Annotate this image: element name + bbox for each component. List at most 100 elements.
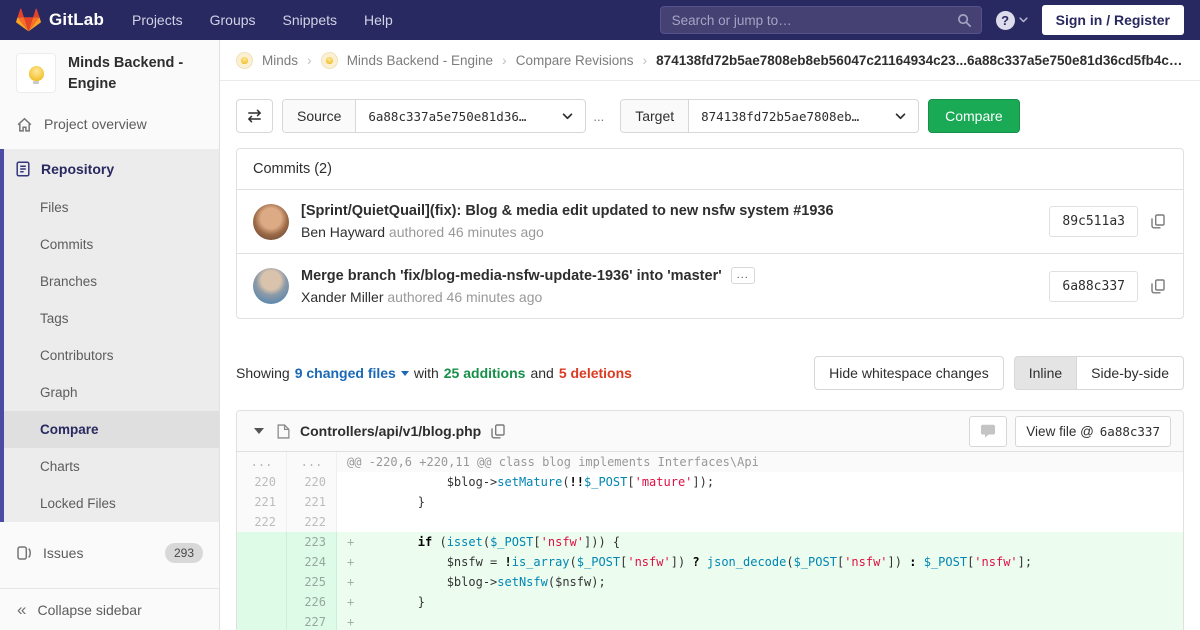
content-area: Source 6a88c337a5e750e81d36… ... Target … xyxy=(220,81,1200,630)
sidebar-item-issues[interactable]: Issues 293 xyxy=(0,534,219,572)
nav-link-projects[interactable]: Projects xyxy=(132,12,183,28)
swap-revisions-button[interactable] xyxy=(236,99,273,133)
nav-link-help[interactable]: Help xyxy=(364,12,393,28)
line-content: + $blog->setNsfw($nsfw); xyxy=(337,572,1183,592)
new-line-number[interactable]: 227 xyxy=(287,612,337,630)
sidebar-item-locked-files[interactable]: Locked Files xyxy=(4,485,219,522)
copy-icon xyxy=(1151,279,1165,294)
copy-sha-button[interactable] xyxy=(1149,277,1167,296)
old-line-number[interactable] xyxy=(237,532,287,552)
copy-file-path-button[interactable] xyxy=(489,422,507,441)
new-line-number[interactable]: ... xyxy=(287,452,337,472)
diff-sign: + xyxy=(347,592,360,612)
sidebar-item-graph[interactable]: Graph xyxy=(4,374,219,411)
commit-title-text[interactable]: [Sprint/QuietQuail](fix): Blog & media e… xyxy=(301,203,834,219)
file-diff-box: Controllers/api/v1/blog.php View file @ … xyxy=(236,410,1184,630)
nav-link-snippets[interactable]: Snippets xyxy=(283,12,337,28)
inline-view-button[interactable]: Inline xyxy=(1014,356,1077,390)
source-dropdown[interactable]: 6a88c337a5e750e81d36… xyxy=(356,100,585,132)
new-line-number[interactable]: 224 xyxy=(287,552,337,572)
old-line-number[interactable] xyxy=(237,572,287,592)
new-line-number[interactable]: 222 xyxy=(287,512,337,532)
commit-author[interactable]: Xander Miller xyxy=(301,289,383,305)
code-token: $blog-> xyxy=(360,475,497,489)
code-token: setNsfw xyxy=(497,575,548,589)
chevron-down-icon xyxy=(895,113,906,120)
breadcrumb-item-compare-revisions[interactable]: Compare Revisions xyxy=(516,53,634,68)
compare-form: Source 6a88c337a5e750e81d36… ... Target … xyxy=(236,99,1184,133)
old-line-number[interactable]: 222 xyxy=(237,512,287,532)
sidebar-item-branches[interactable]: Branches xyxy=(4,263,219,300)
diff-line-224: 224+ $nsfw = !is_array($_POST['nsfw']) ?… xyxy=(237,552,1183,572)
code-token: $_POST xyxy=(584,475,627,489)
issues-count-badge: 293 xyxy=(165,543,203,563)
primary-nav: Projects Groups Snippets Help xyxy=(132,12,393,28)
commit-description-toggle[interactable]: ... xyxy=(731,267,755,284)
view-file-button[interactable]: View file @ 6a88c337 xyxy=(1015,416,1171,447)
side-by-side-view-button[interactable]: Side-by-side xyxy=(1077,356,1184,390)
line-content xyxy=(337,512,1183,532)
old-line-number[interactable]: ... xyxy=(237,452,287,472)
changed-files-dropdown[interactable]: 9 changed files xyxy=(295,365,409,381)
new-line-number[interactable]: 221 xyxy=(287,492,337,512)
diff-stats-text: Showing 9 changed files with 25 addition… xyxy=(236,365,632,381)
code-token: $_POST xyxy=(794,555,837,569)
project-header[interactable]: Minds Backend - Engine xyxy=(0,40,219,105)
gitlab-logo[interactable]: GitLab xyxy=(16,8,104,32)
old-line-number[interactable]: 220 xyxy=(237,472,287,492)
commit-author[interactable]: Ben Hayward xyxy=(301,224,385,240)
diff-line-226: 226+ } xyxy=(237,592,1183,612)
new-line-number[interactable]: 226 xyxy=(287,592,337,612)
new-line-number[interactable]: 225 xyxy=(287,572,337,592)
breadcrumb: Minds›Minds Backend - Engine›Compare Rev… xyxy=(236,52,1184,69)
sidebar-item-tags[interactable]: Tags xyxy=(4,300,219,337)
commits-header: Commits (2) xyxy=(237,149,1183,190)
search-input[interactable] xyxy=(661,13,981,28)
code-token: [ xyxy=(533,535,540,549)
diff-sign xyxy=(347,492,360,512)
help-icon: ? xyxy=(996,11,1015,30)
collapse-file-caret-icon[interactable] xyxy=(254,428,264,434)
sidebar-item-repository[interactable]: Repository xyxy=(4,149,219,189)
copy-sha-button[interactable] xyxy=(1149,212,1167,231)
commit-title-text[interactable]: Merge branch 'fix/blog-media-nsfw-update… xyxy=(301,268,722,284)
breadcrumb-item-minds-backend-engine[interactable]: Minds Backend - Engine xyxy=(347,53,493,68)
sidebar-item-files[interactable]: Files xyxy=(4,189,219,226)
global-search[interactable] xyxy=(660,6,982,34)
lightbulb-icon xyxy=(326,57,333,64)
sign-in-button[interactable]: Sign in / Register xyxy=(1042,5,1184,35)
code-token: $_POST xyxy=(490,535,533,549)
code-token: ); xyxy=(591,575,605,589)
breadcrumb-separator: › xyxy=(307,52,312,68)
code-token: ]) xyxy=(888,555,910,569)
commit-sha[interactable]: 89c511a3 xyxy=(1049,206,1138,237)
target-dropdown[interactable]: 874138fd72b5ae7808eb… xyxy=(689,100,918,132)
hide-whitespace-button[interactable]: Hide whitespace changes xyxy=(814,356,1004,390)
help-menu-button[interactable]: ? xyxy=(996,11,1028,30)
breadcrumb-item-minds[interactable]: Minds xyxy=(262,53,298,68)
old-line-number[interactable] xyxy=(237,612,287,630)
commit-title[interactable]: [Sprint/QuietQuail](fix): Blog & media e… xyxy=(301,203,1037,219)
new-line-number[interactable]: 220 xyxy=(287,472,337,492)
sidebar-item-charts[interactable]: Charts xyxy=(4,448,219,485)
sidebar-item-contributors[interactable]: Contributors xyxy=(4,337,219,374)
new-line-number[interactable]: 223 xyxy=(287,532,337,552)
double-chevron-left-icon: « xyxy=(17,601,26,618)
file-path[interactable]: Controllers/api/v1/blog.php xyxy=(300,423,481,439)
nav-link-groups[interactable]: Groups xyxy=(210,12,256,28)
old-line-number[interactable] xyxy=(237,552,287,572)
old-line-number[interactable]: 221 xyxy=(237,492,287,512)
sidebar-item-compare[interactable]: Compare xyxy=(4,411,219,448)
commit-sha[interactable]: 6a88c337 xyxy=(1049,271,1138,302)
old-line-number[interactable] xyxy=(237,592,287,612)
sidebar-item-commits[interactable]: Commits xyxy=(4,226,219,263)
collapse-sidebar-button[interactable]: « Collapse sidebar xyxy=(0,588,219,630)
code-token: 'mature' xyxy=(635,475,693,489)
compare-button[interactable]: Compare xyxy=(928,99,1020,133)
diff-view-actions: Hide whitespace changes Inline Side-by-s… xyxy=(814,356,1184,390)
sidebar-item-project-overview[interactable]: Project overview xyxy=(0,105,219,143)
code-token: 'nsfw' xyxy=(974,555,1017,569)
commit-title[interactable]: Merge branch 'fix/blog-media-nsfw-update… xyxy=(301,267,1037,284)
code-token: ( xyxy=(483,535,490,549)
comment-button[interactable] xyxy=(969,416,1007,447)
